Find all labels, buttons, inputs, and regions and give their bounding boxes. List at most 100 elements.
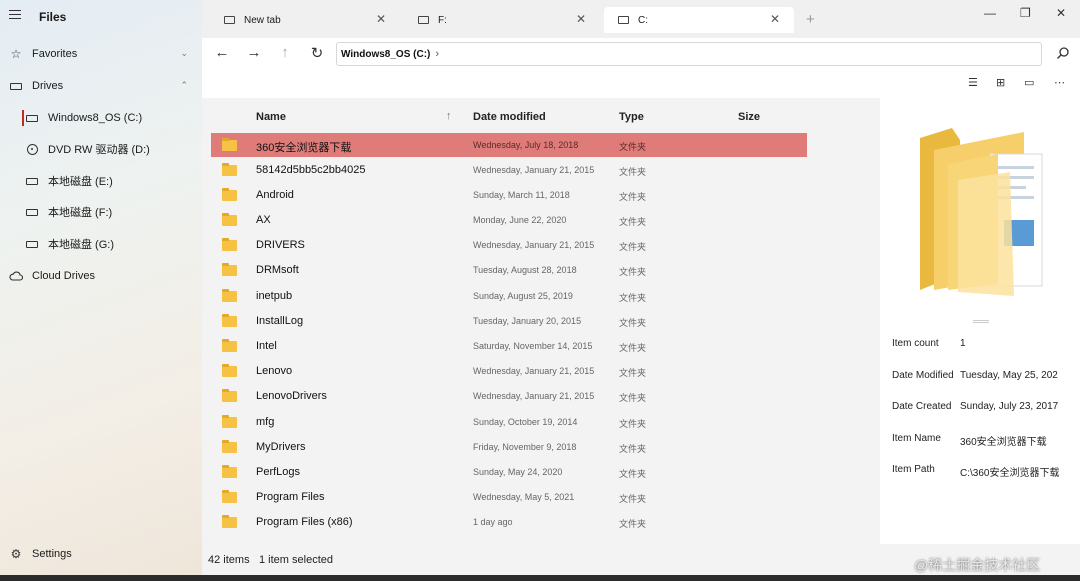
sidebar-item-label: 本地磁盘 (G:) <box>48 239 114 251</box>
property-key: Item Path <box>892 464 935 475</box>
add-tab-button[interactable]: + <box>806 11 815 28</box>
property-key: Date Modified <box>892 370 954 381</box>
file-row[interactable]: 360安全浏览器下载 Wednesday, July 18, 2018 文件夹 <box>211 133 807 157</box>
close-window-icon[interactable]: ✕ <box>1056 6 1066 20</box>
folder-icon <box>222 263 237 276</box>
taskbar <box>0 575 1080 581</box>
file-date: Sunday, May 24, 2020 <box>473 467 563 477</box>
file-date: Sunday, October 19, 2014 <box>473 417 578 427</box>
file-row[interactable]: AX Monday, June 22, 2020 文件夹 <box>211 208 807 232</box>
file-type: 文件夹 <box>619 519 647 529</box>
close-icon[interactable]: ✕ <box>376 12 386 26</box>
address-bar[interactable]: Windows8_OS (C:) › <box>336 42 1042 66</box>
file-date: Sunday, March 11, 2018 <box>473 190 570 200</box>
refresh-icon[interactable]: ↻ <box>308 44 326 62</box>
file-date: Sunday, August 25, 2019 <box>473 291 573 301</box>
file-date: Monday, June 22, 2020 <box>473 215 567 225</box>
more-options-icon[interactable]: ⋯ <box>1054 76 1065 89</box>
file-row[interactable]: InstallLog Tuesday, January 20, 2015 文件夹 <box>211 309 807 333</box>
file-row[interactable]: Program Files (x86) 1 day ago 文件夹 <box>211 510 807 534</box>
file-name: AX <box>256 214 271 226</box>
forward-arrow-icon[interactable]: → <box>245 44 263 61</box>
folder-icon <box>222 314 237 327</box>
chevron-right-icon[interactable]: › <box>435 48 439 60</box>
drive-icon <box>224 16 235 24</box>
file-type: 文件夹 <box>619 444 647 454</box>
tab-c[interactable]: C: ✕ <box>604 7 794 33</box>
sidebar-drive-g[interactable]: 本地磁盘 (G:) <box>0 231 202 257</box>
sort-ascending-icon[interactable]: ↑ <box>446 110 452 122</box>
file-name: PerfLogs <box>256 466 301 478</box>
sidebar-item-settings[interactable]: ⚙ Settings <box>0 541 202 567</box>
file-row[interactable]: MyDrivers Friday, November 9, 2018 文件夹 <box>211 435 807 459</box>
minimize-icon[interactable]: — <box>984 6 996 20</box>
file-row[interactable]: LenovoDrivers Wednesday, January 21, 201… <box>211 384 807 408</box>
search-icon[interactable] <box>1056 46 1072 62</box>
file-name: inetpub <box>256 290 293 302</box>
selection-count: 1 item selected <box>259 554 333 566</box>
tab-f[interactable]: F: ✕ <box>404 7 600 33</box>
sidebar-drive-e[interactable]: 本地磁盘 (E:) <box>0 168 202 194</box>
column-header-date[interactable]: Date modified <box>473 111 546 123</box>
file-date: Wednesday, January 21, 2015 <box>473 391 595 401</box>
file-row[interactable]: Intel Saturday, November 14, 2015 文件夹 <box>211 334 807 358</box>
file-name: 360安全浏览器下载 <box>256 142 352 154</box>
file-row[interactable]: inetpub Sunday, August 25, 2019 文件夹 <box>211 284 807 308</box>
file-row[interactable]: Program Files Wednesday, May 5, 2021 文件夹 <box>211 485 807 509</box>
file-date: Saturday, November 14, 2015 <box>473 341 593 351</box>
sidebar-drive-d[interactable]: DVD RW 驱动器 (D:) <box>0 136 202 162</box>
up-arrow-icon[interactable]: ↑ <box>276 44 294 61</box>
file-row[interactable]: Lenovo Wednesday, January 21, 2015 文件夹 <box>211 359 807 383</box>
folder-icon <box>222 163 237 176</box>
sidebar-item-drives[interactable]: Drives ⌃ <box>0 73 202 99</box>
chevron-down-icon[interactable]: ⌄ <box>180 48 188 59</box>
file-name: 58142d5bb5c2bb4025 <box>256 164 366 176</box>
file-row[interactable]: PerfLogs Sunday, May 24, 2020 文件夹 <box>211 460 807 484</box>
sidebar-item-favorites[interactable]: ☆ Favorites ⌄ <box>0 41 202 67</box>
file-type: 文件夹 <box>619 142 647 152</box>
preview-pane-icon[interactable]: ▭ <box>1024 76 1034 89</box>
column-header-name[interactable]: Name <box>256 111 286 123</box>
tab-new-tab[interactable]: New tab ✕ <box>210 7 400 33</box>
sidebar-drive-f[interactable]: 本地磁盘 (F:) <box>0 199 202 225</box>
file-row[interactable]: DRIVERS Wednesday, January 21, 2015 文件夹 <box>211 233 807 257</box>
tab-label: F: <box>438 14 447 26</box>
close-icon[interactable]: ✕ <box>770 12 780 26</box>
file-name: Android <box>256 189 294 201</box>
folder-icon <box>222 440 237 453</box>
preview-pane: Item count 1 Date Modified Tuesday, May … <box>882 98 1080 544</box>
file-row[interactable]: DRMsoft Tuesday, August 28, 2018 文件夹 <box>211 258 807 282</box>
file-type: 文件夹 <box>619 393 647 403</box>
file-row[interactable]: Android Sunday, March 11, 2018 文件夹 <box>211 183 807 207</box>
drive-icon <box>418 16 429 24</box>
breadcrumb[interactable]: Windows8_OS (C:) <box>341 49 430 60</box>
file-type: 文件夹 <box>619 494 647 504</box>
close-icon[interactable]: ✕ <box>576 12 586 26</box>
file-type: 文件夹 <box>619 217 647 227</box>
file-name: LenovoDrivers <box>256 390 327 402</box>
folder-icon <box>222 213 237 226</box>
hamburger-menu-icon[interactable] <box>9 10 21 20</box>
property-value: C:\360安全浏览器下载 <box>960 468 1060 479</box>
details-view-icon[interactable]: ☰ <box>968 76 978 89</box>
column-header-type[interactable]: Type <box>619 111 644 123</box>
file-type: 文件夹 <box>619 343 647 353</box>
column-header-size[interactable]: Size <box>738 111 760 123</box>
cloud-icon <box>9 269 23 283</box>
grid-view-icon[interactable]: ⊞ <box>996 76 1005 89</box>
back-arrow-icon[interactable]: ← <box>213 44 231 61</box>
chevron-up-icon[interactable]: ⌃ <box>180 80 188 91</box>
maximize-icon[interactable]: ❐ <box>1020 6 1031 20</box>
sidebar-drive-c[interactable]: Windows8_OS (C:) <box>0 105 202 131</box>
folder-icon <box>222 389 237 402</box>
tab-label: New tab <box>244 14 281 26</box>
file-row[interactable]: 58142d5bb5c2bb4025 Wednesday, January 21… <box>211 158 807 182</box>
file-type: 文件夹 <box>619 167 647 177</box>
resize-grip[interactable] <box>973 320 989 323</box>
file-row[interactable]: mfg Sunday, October 19, 2014 文件夹 <box>211 410 807 434</box>
folder-icon <box>222 465 237 478</box>
sidebar-item-cloud-drives[interactable]: Cloud Drives <box>0 263 202 289</box>
sidebar-item-label: 本地磁盘 (E:) <box>48 176 113 188</box>
file-name: Program Files (x86) <box>256 516 353 528</box>
property-key: Date Created <box>892 401 952 412</box>
